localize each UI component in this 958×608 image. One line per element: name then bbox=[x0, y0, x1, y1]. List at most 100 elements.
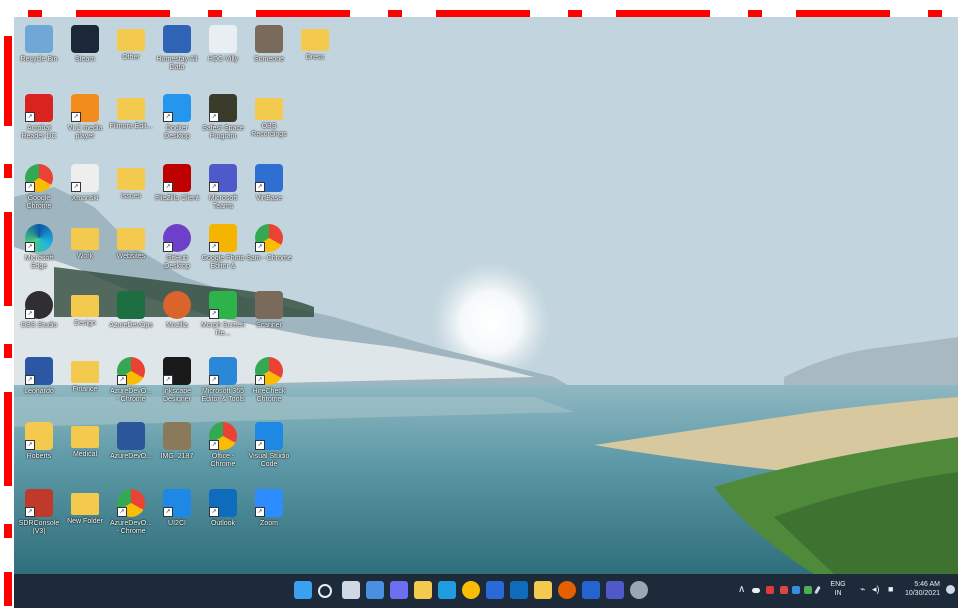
desktop-icon[interactable]: ↗ Morph Screen Re... bbox=[200, 289, 246, 353]
green-tray-icon[interactable] bbox=[804, 586, 812, 594]
desktop-icon[interactable]: ↗ VirtBase bbox=[246, 162, 292, 226]
desktop-icon-label: Morph Screen Re... bbox=[201, 322, 245, 337]
desktop-icon[interactable]: Someone bbox=[246, 23, 292, 87]
desktop-icon[interactable]: New Folder bbox=[62, 487, 108, 551]
desktop-icon[interactable]: ↗ GitHub Desktop bbox=[154, 222, 200, 286]
desktop-icon[interactable]: ↗ FileZilla Client bbox=[154, 162, 200, 226]
desktop-icon-label: Google Chrome bbox=[26, 195, 52, 210]
start-button-icon[interactable] bbox=[294, 581, 312, 599]
firefox-icon[interactable] bbox=[558, 581, 576, 599]
desktop-icon[interactable]: ↗ HireCheck Chrome bbox=[246, 355, 292, 419]
desktop-icon[interactable]: Other bbox=[108, 23, 154, 87]
desktop-icon[interactable]: Medical bbox=[62, 420, 108, 484]
desktop-icon[interactable]: Design bbox=[62, 289, 108, 353]
desktop-icon[interactable]: ↗ Visual Studio Code bbox=[246, 420, 292, 484]
desktop-icon[interactable]: ↗ Safest Space Program bbox=[200, 92, 246, 156]
teams-icon[interactable] bbox=[606, 581, 624, 599]
red-tray-icon[interactable] bbox=[766, 586, 774, 594]
store-icon[interactable] bbox=[486, 581, 504, 599]
desktop-icon[interactable]: AzureDevOps bbox=[108, 289, 154, 353]
pen-icon[interactable] bbox=[814, 585, 821, 595]
github-icon: ↗ bbox=[163, 224, 191, 252]
desktop-icon[interactable]: Websites bbox=[108, 222, 154, 286]
shortcut-arrow-icon: ↗ bbox=[209, 242, 219, 252]
desktop-icon-label: Work bbox=[76, 253, 94, 260]
todo-icon[interactable] bbox=[582, 581, 600, 599]
desktop-icon[interactable]: ↗ Microsoft Teams bbox=[200, 162, 246, 226]
desktop-icon[interactable]: ↗ Leonardo bbox=[16, 355, 62, 419]
desktop-icon[interactable]: Steam bbox=[62, 23, 108, 87]
desktop-icon[interactable]: IMG_2187 bbox=[154, 420, 200, 484]
volume-icon[interactable]: ◂) bbox=[872, 584, 880, 595]
desktop-icon[interactable]: Filmora Edit... bbox=[108, 92, 154, 156]
desktop-icon[interactable]: ↗ Inkscape Designer bbox=[154, 355, 200, 419]
network-app-icon[interactable] bbox=[792, 586, 800, 594]
document-icon bbox=[163, 25, 191, 53]
task-view-icon[interactable] bbox=[342, 581, 360, 599]
desktop-icon[interactable]: AzureDevO... bbox=[108, 420, 154, 484]
desktop-icon[interactable]: Scanner bbox=[246, 289, 292, 353]
photo-icon bbox=[255, 25, 283, 53]
desktop-icon[interactable]: ↗ AzureDevO... - Chrome bbox=[108, 355, 154, 419]
security-icon[interactable] bbox=[780, 586, 788, 594]
outlook-icon[interactable] bbox=[510, 581, 528, 599]
desktop-icon[interactable]: ↗ Zoom bbox=[246, 487, 292, 551]
edge-icon[interactable] bbox=[438, 581, 456, 599]
shortcut-arrow-icon: ↗ bbox=[25, 375, 35, 385]
wifi-icon[interactable]: ⌁ bbox=[860, 584, 865, 595]
desktop-icon[interactable]: ↗ Microsoft 365 Editor & Tools bbox=[200, 355, 246, 419]
desktop-icon[interactable]: ↗ Office - Chrome bbox=[200, 420, 246, 484]
notification-icon[interactable] bbox=[946, 585, 955, 594]
desktop-icon[interactable]: Finance bbox=[62, 355, 108, 419]
desktop-icon[interactable]: Mozilla bbox=[154, 289, 200, 353]
desktop[interactable]: Recycle Bin Steam Other Homestay All Data HD… bbox=[14, 17, 958, 574]
desktop-icon[interactable]: ↗ VLC media player bbox=[62, 92, 108, 156]
shortcut-arrow-icon: ↗ bbox=[163, 507, 173, 517]
desktop-icon[interactable]: ↗ Sam - Chrome bbox=[246, 222, 292, 286]
language-indicator[interactable]: ENG IN bbox=[828, 580, 848, 598]
desktop-icon[interactable]: ↗ SDRConsole (V3) bbox=[16, 487, 62, 551]
chat-icon[interactable] bbox=[390, 581, 408, 599]
battery-icon[interactable]: ■ bbox=[888, 584, 893, 594]
desktop-icon[interactable]: ↗ Outlook bbox=[200, 487, 246, 551]
shortcut-arrow-icon: ↗ bbox=[209, 112, 219, 122]
chrome-profile-icon: ↗ bbox=[255, 357, 283, 385]
desktop-icon[interactable]: ↗ Microsoft Edge bbox=[16, 222, 62, 286]
desktop-icon[interactable]: ↗ Acrobat Reader DC bbox=[16, 92, 62, 156]
settings-icon[interactable] bbox=[630, 581, 648, 599]
desktop-icon[interactable]: Dress bbox=[292, 23, 338, 87]
desktop-icon-label: OBS Recordings bbox=[251, 123, 287, 138]
desktop-icon[interactable]: ↗ OBS Studio bbox=[16, 289, 62, 353]
desktop-icon[interactable]: OBS Recordings bbox=[246, 92, 292, 156]
desktop-icon[interactable]: ↗ Docker Desktop bbox=[154, 92, 200, 156]
folder-icon[interactable] bbox=[534, 581, 552, 599]
file-explorer-icon[interactable] bbox=[414, 581, 432, 599]
chrome-icon[interactable] bbox=[462, 581, 480, 599]
desktop-icon[interactable]: Work bbox=[62, 222, 108, 286]
desktop-icon-label: HDC-Villy bbox=[207, 56, 239, 63]
frame-left bbox=[4, 392, 12, 486]
desktop-icon[interactable]: ↗ Xmanski bbox=[62, 162, 108, 226]
outlook-icon: ↗ bbox=[209, 489, 237, 517]
desktop-icon[interactable]: Homestay All Data bbox=[154, 23, 200, 87]
onedrive-icon[interactable] bbox=[752, 588, 760, 593]
desktop-icon-label: Office - Chrome bbox=[210, 453, 236, 468]
frame-left bbox=[4, 212, 12, 306]
desktop-icon[interactable]: ↗ Google Chrome bbox=[16, 162, 62, 226]
desktop-icon[interactable]: Issues bbox=[108, 162, 154, 226]
filezilla-icon: ↗ bbox=[163, 164, 191, 192]
search-icon[interactable] bbox=[318, 584, 332, 598]
widgets-icon[interactable] bbox=[366, 581, 384, 599]
shortcut-arrow-icon: ↗ bbox=[117, 507, 127, 517]
desktop-icon[interactable]: HDC-Villy bbox=[200, 23, 246, 87]
desktop-icon[interactable]: ↗ UI2CI bbox=[154, 487, 200, 551]
desktop-icon-label: AzureDevOps bbox=[109, 322, 153, 329]
desktop-icon[interactable]: ↗ Roberts bbox=[16, 420, 62, 484]
clock[interactable]: 5:46 AM 10/30/2021 bbox=[904, 580, 940, 598]
desktop-icon[interactable]: Recycle Bin bbox=[16, 23, 62, 87]
desktop-icon[interactable]: ↗ AzureDevO... - Chrome bbox=[108, 487, 154, 551]
desktop-icon[interactable]: ↗ Google Photo Editor & bbox=[200, 222, 246, 286]
chevron-up-icon[interactable]: ∧ bbox=[738, 584, 745, 595]
orb-icon bbox=[163, 291, 191, 319]
desktop-icon-label: Acrobat Reader DC bbox=[21, 125, 57, 140]
